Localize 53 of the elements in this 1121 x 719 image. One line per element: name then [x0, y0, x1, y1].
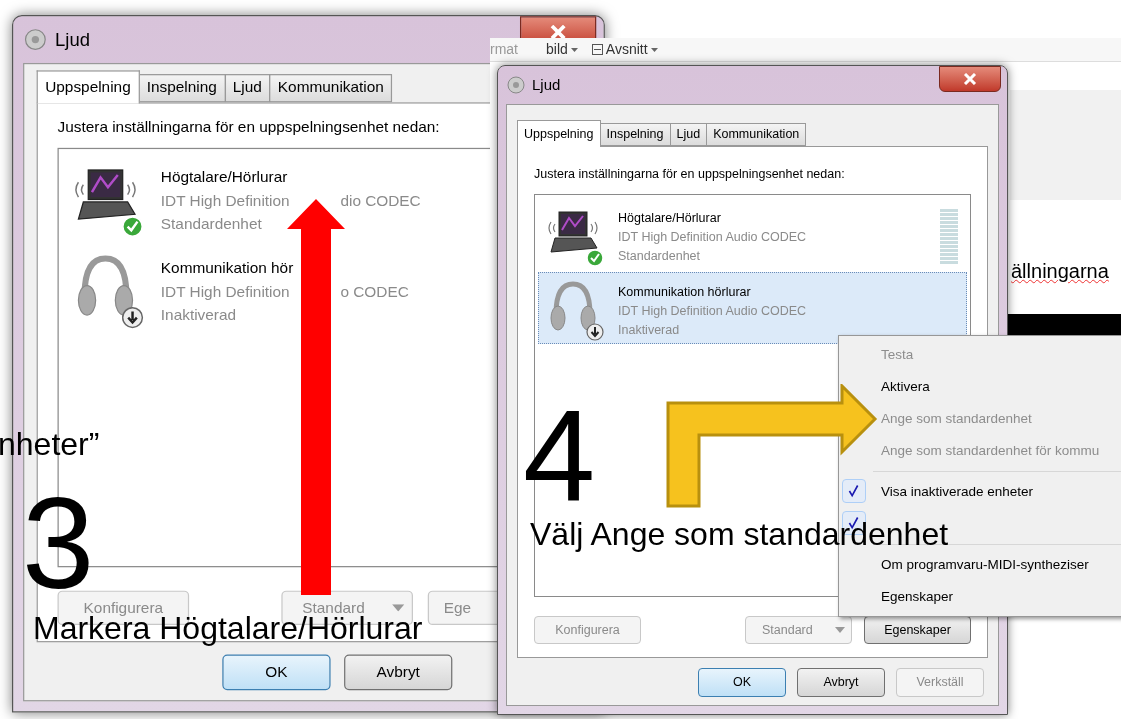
tab[interactable]: Ljud [224, 74, 271, 103]
dialog-button[interactable]: Avbryt [797, 668, 885, 697]
tab[interactable]: Inspelning [138, 74, 226, 103]
document-text: ällningarna [1011, 259, 1109, 284]
bent-arrow-icon [666, 384, 878, 508]
device-driver: IDT High Definition Audio CODEC [618, 228, 807, 246]
tab[interactable]: Kommunikation [269, 74, 393, 103]
menu-item[interactable]: Egenskaper [873, 581, 1121, 613]
speaker-icon [506, 75, 526, 95]
volume-meter-icon [940, 208, 958, 267]
dialog-button[interactable]: Avbryt [344, 654, 453, 691]
device-status: Standardenhet [618, 247, 700, 265]
step-number: 4 [523, 390, 596, 520]
device-driver: IDT High Definition [160, 281, 291, 303]
window-title: Ljud [55, 27, 90, 52]
device-driver: o CODEC [340, 281, 409, 303]
tab[interactable]: Uppspelning [36, 70, 140, 104]
panel-button[interactable]: Egenskaper [864, 616, 971, 644]
dialog-button[interactable]: OK [698, 668, 786, 697]
tab[interactable]: Inspelning [599, 123, 671, 146]
toolbar-dropdown[interactable]: Avsnitt [591, 39, 658, 60]
caret-icon [650, 47, 658, 52]
caret-icon [570, 47, 578, 52]
tab[interactable]: Uppspelning [517, 120, 601, 147]
device-row[interactable]: Högtalare/Hörlurar IDT High Definition Audio CODEC Standardenhet [538, 197, 967, 270]
device-status: Inaktiverad [618, 321, 680, 339]
window-title: Ljud [532, 74, 561, 95]
device-status: Inaktiverad [160, 305, 237, 326]
tab[interactable]: Kommunikation [706, 123, 807, 146]
close-icon [963, 73, 977, 85]
device-name: Kommunikation hör [160, 258, 294, 279]
tab[interactable]: Ljud [669, 123, 708, 146]
device-status: Standardenhet [160, 214, 262, 235]
toolbar-label: rmat [490, 40, 519, 59]
caption-text: Välj Ange som standardenhet [530, 518, 949, 550]
instruction-text: Justera inställningarna för en uppspelningsenhet nedan: [534, 166, 846, 183]
device-driver: dio CODEC [340, 190, 421, 212]
toolbar-dropdown[interactable]: bild [546, 39, 578, 60]
device-name: Högtalare/Hörlurar [160, 167, 288, 188]
menu-item[interactable]: Om programvaru-MIDI-syntheziser [873, 549, 1121, 581]
caret-icon [392, 604, 405, 612]
caret-icon [835, 627, 845, 633]
menu-item[interactable]: Aktivera [839, 371, 1121, 403]
section-icon [591, 44, 603, 55]
speaker-icon [23, 27, 48, 52]
device-name: Kommunikation hörlurar [618, 283, 751, 301]
dialog-button[interactable]: OK [222, 654, 331, 691]
menu-item[interactable]: Visa inaktiverade enheter [873, 476, 1121, 508]
close-button[interactable] [939, 66, 1001, 92]
device-driver: IDT High Definition [160, 190, 291, 212]
device-name: Högtalare/Hörlurar [618, 209, 721, 227]
device-driver: IDT High Definition Audio CODEC [618, 302, 807, 320]
device-row[interactable]: Kommunikation hörlurar IDT High Definition Audio CODEC Inaktiverad [538, 271, 967, 344]
